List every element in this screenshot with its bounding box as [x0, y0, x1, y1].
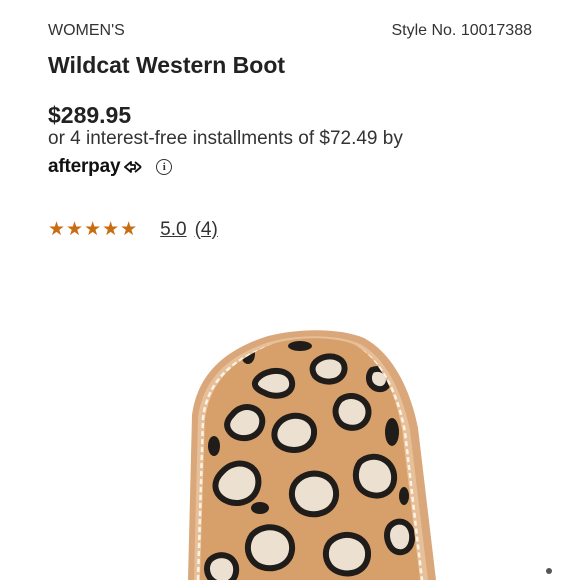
afterpay-label: afterpay — [48, 156, 121, 177]
rating-score-link[interactable]: 5.0 — [160, 219, 186, 241]
product-price: $289.95 — [48, 102, 132, 128]
style-number: Style No. 10017388 — [391, 22, 532, 39]
star-rating: ★★★★★ — [48, 219, 139, 240]
product-meta-row: WOMEN'S Style No. 10017388 — [48, 22, 532, 40]
category-label: WOMEN'S — [48, 22, 125, 39]
afterpay-arrows-icon — [124, 161, 142, 173]
installments-text: or 4 interest-free installments of $72.4… — [48, 128, 403, 149]
afterpay-logo: afterpay — [48, 156, 144, 178]
boot-toe-image — [188, 330, 436, 580]
afterpay-row: afterpay i — [48, 156, 173, 178]
rating-row: ★★★★★ 5.0 (4) — [48, 218, 218, 241]
review-count-link[interactable]: (4) — [195, 219, 218, 241]
carousel-dot — [546, 568, 552, 574]
product-title: Wildcat Western Boot — [48, 52, 286, 78]
info-icon[interactable]: i — [156, 159, 173, 175]
